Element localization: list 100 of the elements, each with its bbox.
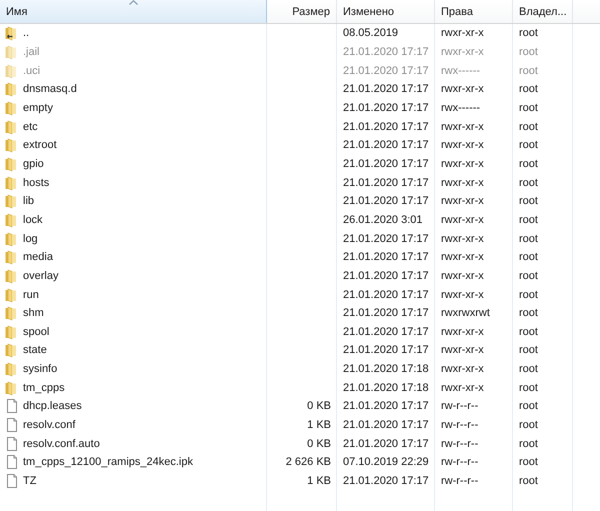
owner-name: root	[519, 270, 538, 282]
file-name[interactable]: empty	[23, 102, 53, 114]
modified-date: 21.01.2020 17:17	[343, 195, 429, 208]
file-name[interactable]: gpio	[23, 158, 44, 170]
modified-date: 21.01.2020 17:17	[343, 475, 429, 488]
modified-date: 21.01.2020 17:17	[343, 307, 429, 320]
modified-date: 07.10.2019 22:29	[343, 456, 429, 468]
owner-name: root	[519, 438, 538, 450]
file-name[interactable]: lib	[23, 195, 34, 208]
file-name[interactable]: hosts	[23, 176, 50, 189]
permissions: rw-r--r--	[441, 475, 478, 488]
modified-date: 21.01.2020 17:17	[343, 158, 429, 170]
modified-date: 21.01.2020 17:17	[343, 251, 429, 264]
file-name[interactable]: overlay	[23, 270, 58, 282]
modified-date: 21.01.2020 17:17	[343, 83, 429, 96]
file-name[interactable]: state	[23, 344, 47, 356]
owner-name: root	[519, 456, 538, 468]
permissions: rw-r--r--	[441, 456, 478, 468]
modified-date: 21.01.2020 17:17	[343, 120, 429, 133]
modified-date: 21.01.2020 17:17	[343, 400, 429, 412]
modified-date: 21.01.2020 17:17	[343, 232, 429, 245]
permissions: rwxr-xr-x	[441, 363, 484, 376]
permissions: rwxr-xr-x	[441, 251, 484, 264]
file-name[interactable]: resolv.conf	[23, 419, 76, 432]
file-size: 1 KB	[307, 419, 331, 432]
owner-name: root	[519, 64, 538, 77]
owner-name: root	[519, 400, 538, 412]
file-name[interactable]: lock	[23, 214, 43, 226]
owner-name: root	[519, 46, 538, 58]
modified-date: 21.01.2020 17:17	[343, 288, 429, 301]
permissions: rwx------	[441, 102, 480, 114]
file-name[interactable]: extroot	[23, 139, 57, 152]
permissions: rwxr-xr-x	[441, 288, 484, 301]
owner-name: root	[519, 475, 538, 488]
column-header[interactable]: Имя	[0, 0, 267, 23]
modified-date: 21.01.2020 17:17	[343, 438, 429, 450]
permissions: rw-r--r--	[441, 438, 478, 450]
modified-date: 21.01.2020 17:17	[343, 344, 429, 356]
owner-name: root	[519, 363, 538, 376]
permissions: rwxr-xr-x	[441, 382, 484, 394]
permissions: rwxr-xr-x	[441, 139, 484, 152]
owner-name: root	[519, 251, 538, 264]
file-name[interactable]: sysinfo	[23, 363, 58, 376]
file-name[interactable]: dhcp.leases	[23, 400, 82, 412]
permissions: rw-r--r--	[441, 400, 478, 412]
modified-date: 21.01.2020 17:17	[343, 139, 429, 152]
modified-date: 21.01.2020 17:17	[343, 270, 429, 282]
owner-name: root	[519, 176, 538, 189]
file-name[interactable]: run	[23, 288, 39, 301]
permissions: rwxr-xr-x	[441, 270, 484, 282]
permissions: rwxr-xr-x	[441, 120, 484, 133]
file-name[interactable]: etc	[23, 120, 38, 133]
file-name[interactable]: log	[23, 232, 38, 245]
file-name[interactable]: media	[23, 251, 53, 264]
file-size: 0 KB	[307, 438, 331, 450]
owner-name: root	[519, 27, 538, 40]
owner-name: root	[519, 307, 538, 320]
permissions: rwxr-xr-x	[441, 27, 484, 40]
modified-date: 21.01.2020 17:17	[343, 326, 429, 338]
permissions: rwxr-xr-x	[441, 83, 484, 96]
file-size: 0 KB	[307, 400, 331, 412]
modified-date: 21.01.2020 17:18	[343, 382, 429, 394]
file-size: 2 626 KB	[286, 456, 331, 468]
permissions: rw-r--r--	[441, 419, 478, 432]
owner-name: root	[519, 344, 538, 356]
modified-date: 21.01.2020 17:17	[343, 102, 429, 114]
modified-date: 08.05.2019	[343, 27, 398, 40]
modified-date: 26.01.2020 3:01	[343, 214, 423, 226]
file-name[interactable]: spool	[23, 326, 50, 338]
permissions: rwxr-xr-x	[441, 195, 484, 208]
permissions: rwxr-xr-x	[441, 214, 484, 226]
owner-name: root	[519, 158, 538, 170]
permissions: rwx------	[441, 64, 480, 77]
modified-date: 21.01.2020 17:17	[343, 419, 429, 432]
owner-name: root	[519, 232, 538, 245]
owner-name: root	[519, 139, 538, 152]
owner-name: root	[519, 288, 538, 301]
permissions: rwxr-xr-x	[441, 232, 484, 245]
owner-name: root	[519, 195, 538, 208]
permissions: rwxr-xr-x	[441, 176, 484, 189]
file-name[interactable]: tm_cpps	[23, 382, 65, 394]
owner-name: root	[519, 120, 538, 133]
modified-date: 21.01.2020 17:17	[343, 46, 429, 58]
owner-name: root	[519, 214, 538, 226]
file-name[interactable]: ..	[23, 27, 30, 40]
owner-name: root	[519, 83, 538, 96]
file-name[interactable]: TZ	[23, 475, 36, 488]
file-name[interactable]: tm_cpps_12100_ramips_24kec.ipk	[23, 456, 193, 468]
permissions: rwxr-xr-x	[441, 344, 484, 356]
modified-date: 21.01.2020 17:18	[343, 363, 429, 376]
permissions: rwxr-xr-x	[441, 326, 484, 338]
owner-name: root	[519, 382, 538, 394]
file-name[interactable]: resolv.conf.auto	[23, 438, 100, 450]
file-name[interactable]: dnsmasq.d	[23, 83, 77, 96]
permissions: rwxr-xr-x	[441, 158, 484, 170]
file-name[interactable]: shm	[23, 307, 44, 320]
owner-name: root	[519, 419, 538, 432]
file-size: 1 KB	[307, 475, 331, 488]
owner-name: root	[519, 326, 538, 338]
modified-date: 21.01.2020 17:17	[343, 64, 429, 77]
